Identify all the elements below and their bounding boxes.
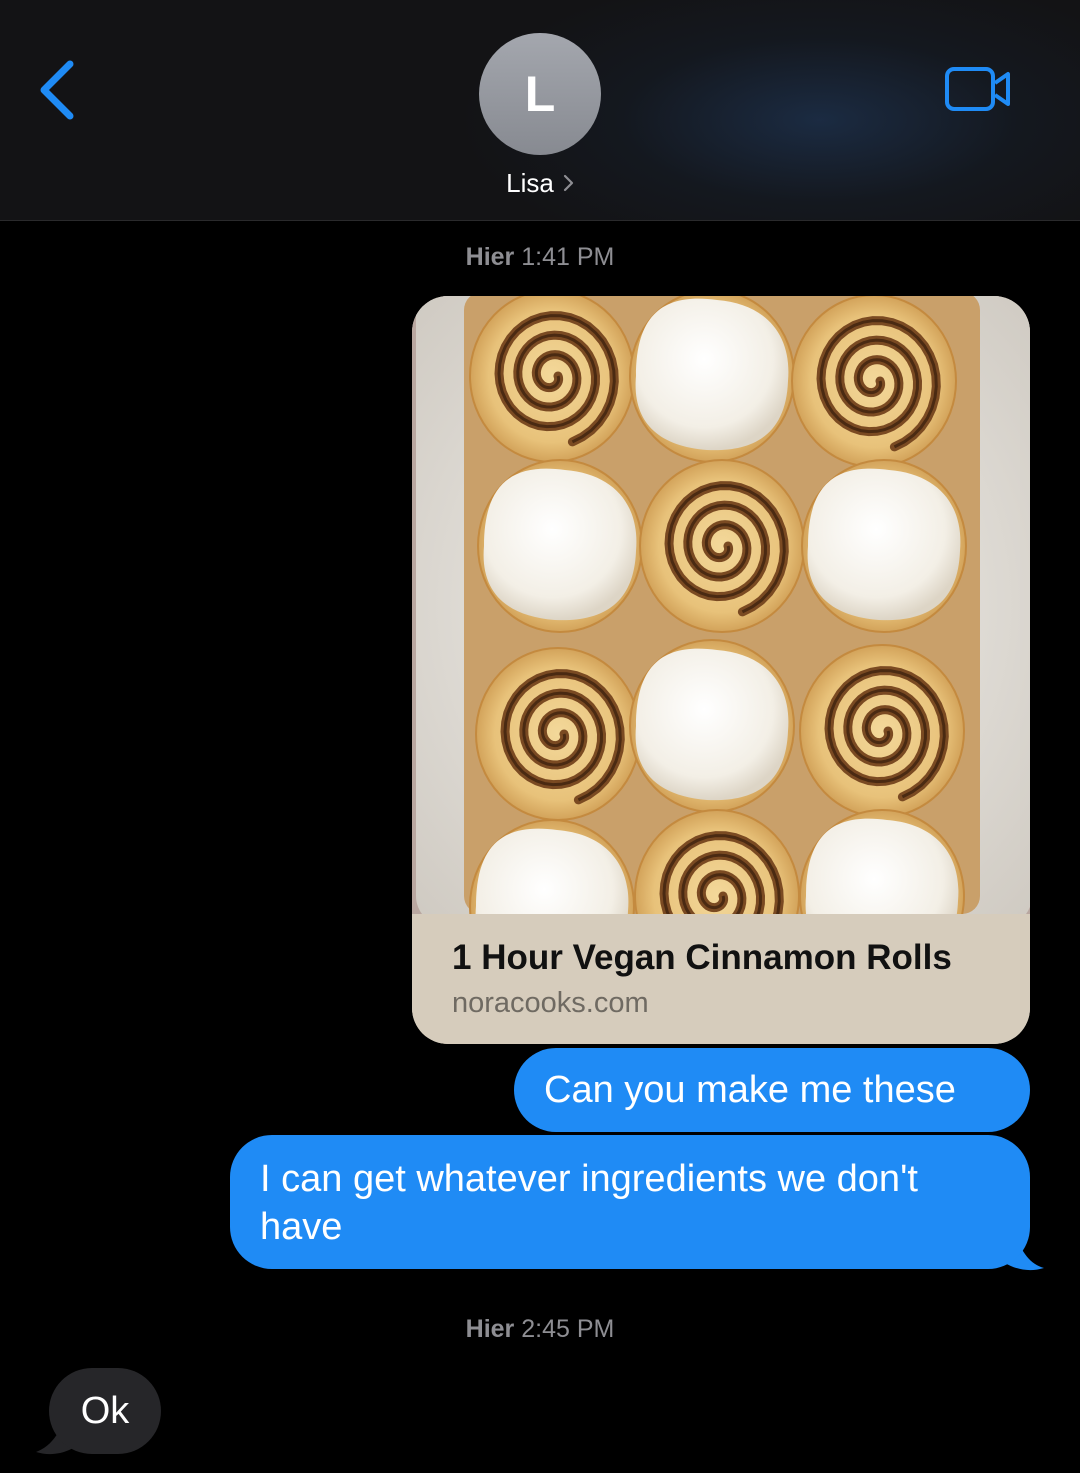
received-message-bubble[interactable]: Ok <box>49 1368 161 1454</box>
timestamp-time: 2:45 PM <box>521 1315 615 1343</box>
sent-message-bubble[interactable]: I can get whatever ingredients we don't … <box>230 1135 1030 1269</box>
link-domain: noracooks.com <box>452 987 649 1019</box>
avatar-initial: L <box>524 66 556 122</box>
conversation-header: L Lisa <box>0 0 1080 221</box>
timestamp-day: Hier <box>465 1315 515 1343</box>
link-preview-info: 1 Hour Vegan Cinnamon Rolls noracooks.co… <box>412 914 1030 1044</box>
timestamp: Hier 2:45 PM <box>0 1313 1080 1345</box>
message-text: Ok <box>80 1390 130 1432</box>
back-button[interactable] <box>30 52 90 128</box>
chevron-right-icon <box>563 174 573 192</box>
timestamp: Hier 1:41 PM <box>0 241 1080 273</box>
timestamp-day: Hier <box>465 243 515 271</box>
video-camera-icon <box>945 67 1010 111</box>
messages-screen: L Lisa Hier 1:41 PM 1 Hour Vegan Cinnamo… <box>0 0 1080 1473</box>
contact-name: Lisa <box>506 168 554 198</box>
link-title: 1 Hour Vegan Cinnamon Rolls <box>452 938 952 977</box>
cinnamon-rolls-photo <box>412 296 1030 914</box>
contact-avatar[interactable]: L <box>479 33 601 155</box>
chevron-left-icon <box>40 60 74 120</box>
message-text: Can you make me these <box>544 1069 956 1111</box>
message-text: I can get whatever ingredients we don't … <box>260 1158 918 1248</box>
contact-info-button[interactable]: Lisa <box>0 165 1080 201</box>
link-preview-card[interactable]: 1 Hour Vegan Cinnamon Rolls noracooks.co… <box>412 296 1030 1044</box>
video-call-button[interactable] <box>944 66 1012 112</box>
timestamp-time: 1:41 PM <box>521 243 615 271</box>
sent-message-bubble[interactable]: Can you make me these <box>514 1048 1030 1132</box>
